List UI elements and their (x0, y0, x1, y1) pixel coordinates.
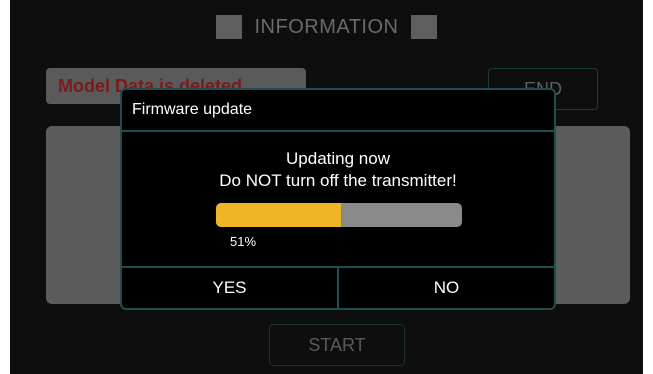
dialog-title: Firmware update (122, 90, 554, 132)
header-bar: INFORMATION (10, 10, 643, 44)
progress-fill (216, 203, 342, 227)
start-button[interactable]: START (269, 324, 405, 366)
yes-button[interactable]: YES (122, 268, 339, 308)
message-line-1: Updating now (286, 149, 390, 168)
header-left-square-icon (216, 15, 243, 39)
no-button[interactable]: NO (339, 268, 554, 308)
dialog-buttons: YES NO (122, 266, 554, 308)
transmitter-screen: INFORMATION Model Data is deleted END ST… (10, 0, 643, 374)
page-title: INFORMATION (254, 15, 399, 38)
message-line-2: Do NOT turn off the transmitter! (219, 171, 457, 190)
progress-percent: 51% (230, 234, 257, 249)
progress-bar (216, 203, 462, 227)
header-right-square-icon (410, 15, 437, 39)
firmware-update-dialog: Firmware update Updating now Do NOT turn… (120, 88, 556, 310)
dialog-message: Updating now Do NOT turn off the transmi… (122, 148, 554, 192)
